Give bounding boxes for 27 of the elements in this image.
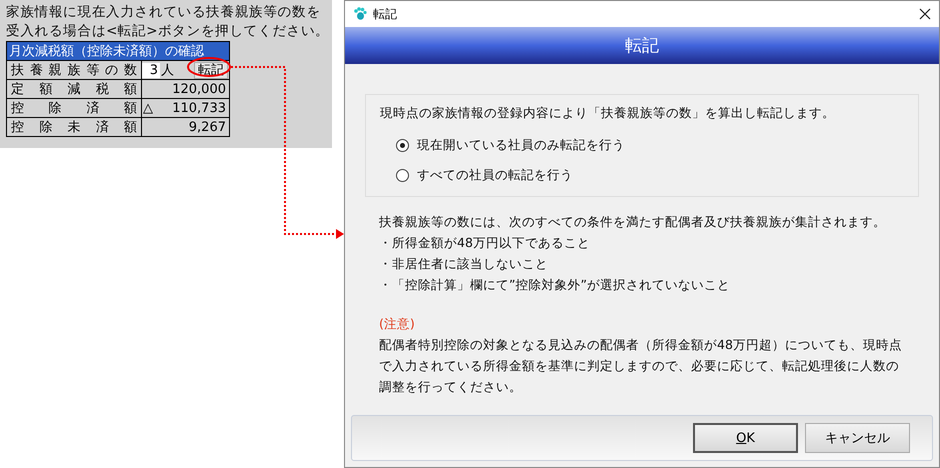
row-label: 定額減税額	[6, 80, 142, 98]
row-label: 控除未済額	[6, 118, 142, 136]
radio-button[interactable]	[396, 138, 409, 152]
amount-value: 110,733	[172, 100, 226, 116]
close-icon[interactable]	[919, 8, 931, 20]
cancel-button[interactable]: キャンセル	[805, 423, 910, 453]
notes-lead: 扶養親族等の数には、次のすべての条件を満たす配偶者及び扶養親族が集計されます。	[379, 213, 887, 231]
caution-text: 配偶者特別控除の対象となる見込みの配偶者（所得金額が48万円超）についても、現時点で入力されている所得金額を基準に判定しますので、必要に応じて、転記処理後に人数の調整を行ってください。	[379, 336, 903, 396]
dialog-header: 転記	[345, 27, 939, 64]
row-label: 控除済額	[6, 98, 142, 118]
radio-button[interactable]	[396, 168, 409, 182]
amount-value: 9,267	[188, 120, 226, 134]
option-label[interactable]: すべての社員の転記を行う	[417, 166, 573, 184]
amount-value: 120,000	[172, 82, 226, 96]
paw-icon	[353, 7, 367, 21]
description-text: 現時点の家族情報の登録内容により「扶養親族等の数」を算出し転記します。	[380, 105, 836, 122]
condition-item: ・所得金額が48万円以下であること	[379, 234, 591, 252]
table-title: 月次減税額（控除未済額）の確認	[6, 42, 230, 60]
option-label[interactable]: 現在開いている社員のみ転記を行う	[417, 136, 625, 154]
triangle-mark: △	[143, 100, 153, 116]
condition-item: ・非居住者に該当しないこと	[379, 255, 549, 273]
ok-button[interactable]: OK	[693, 423, 798, 453]
row-label: 扶養親族等の数	[6, 60, 142, 80]
condition-item: ・「控除計算」欄にて”控除対象外”が選択されていないこと	[379, 276, 731, 294]
instruction-text: 家族情報に現在入力されている扶養親族等の数を受入れる場合は<転記>ボタンを押してください。	[6, 3, 330, 41]
caution-title: (注意)	[379, 315, 416, 333]
window-title: 転記	[373, 6, 397, 22]
